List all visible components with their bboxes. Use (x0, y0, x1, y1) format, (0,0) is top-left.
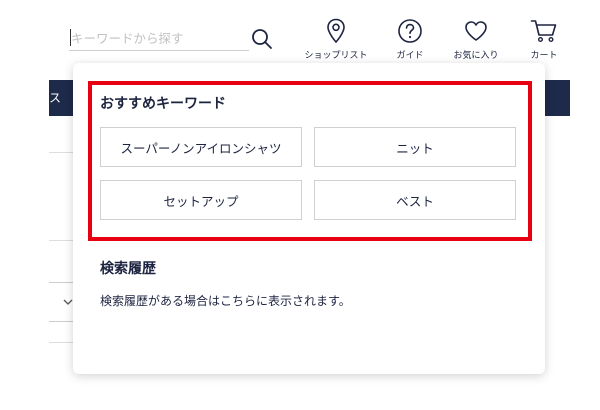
heart-icon (465, 21, 487, 41)
map-pin-icon (327, 18, 345, 44)
text-caret (70, 29, 71, 46)
search-history-title: 検索履歴 (100, 261, 156, 277)
nav-shop-list-label: ショップリスト (304, 51, 368, 61)
keyword-button[interactable]: スーパーノンアイロンシャツ (100, 127, 302, 167)
nav-favorites-label: お気に入り (453, 51, 499, 61)
search-button[interactable] (249, 26, 275, 52)
chevron-down-icon (63, 299, 73, 305)
recommended-keywords-title: おすすめキーワード (100, 96, 226, 112)
cart-icon (530, 20, 557, 43)
search-icon (252, 29, 272, 49)
nav-guide-label: ガイド (396, 51, 424, 61)
search-input[interactable] (69, 26, 249, 51)
help-circle-icon (398, 19, 422, 43)
keyword-button[interactable]: セットアップ (100, 180, 302, 220)
nav-cart-label: カート (530, 51, 558, 61)
keyword-button[interactable]: ベスト (314, 180, 516, 220)
navbar-item-partial[interactable]: ス (49, 80, 62, 116)
search-suggestions-dropdown: おすすめキーワード スーパーノンアイロンシャツ ニット セットアップ ベスト 検… (73, 63, 545, 374)
keyword-button[interactable]: ニット (314, 127, 516, 167)
search-history-empty-message: 検索履歴がある場合はこちらに表示されます。 (100, 294, 351, 308)
